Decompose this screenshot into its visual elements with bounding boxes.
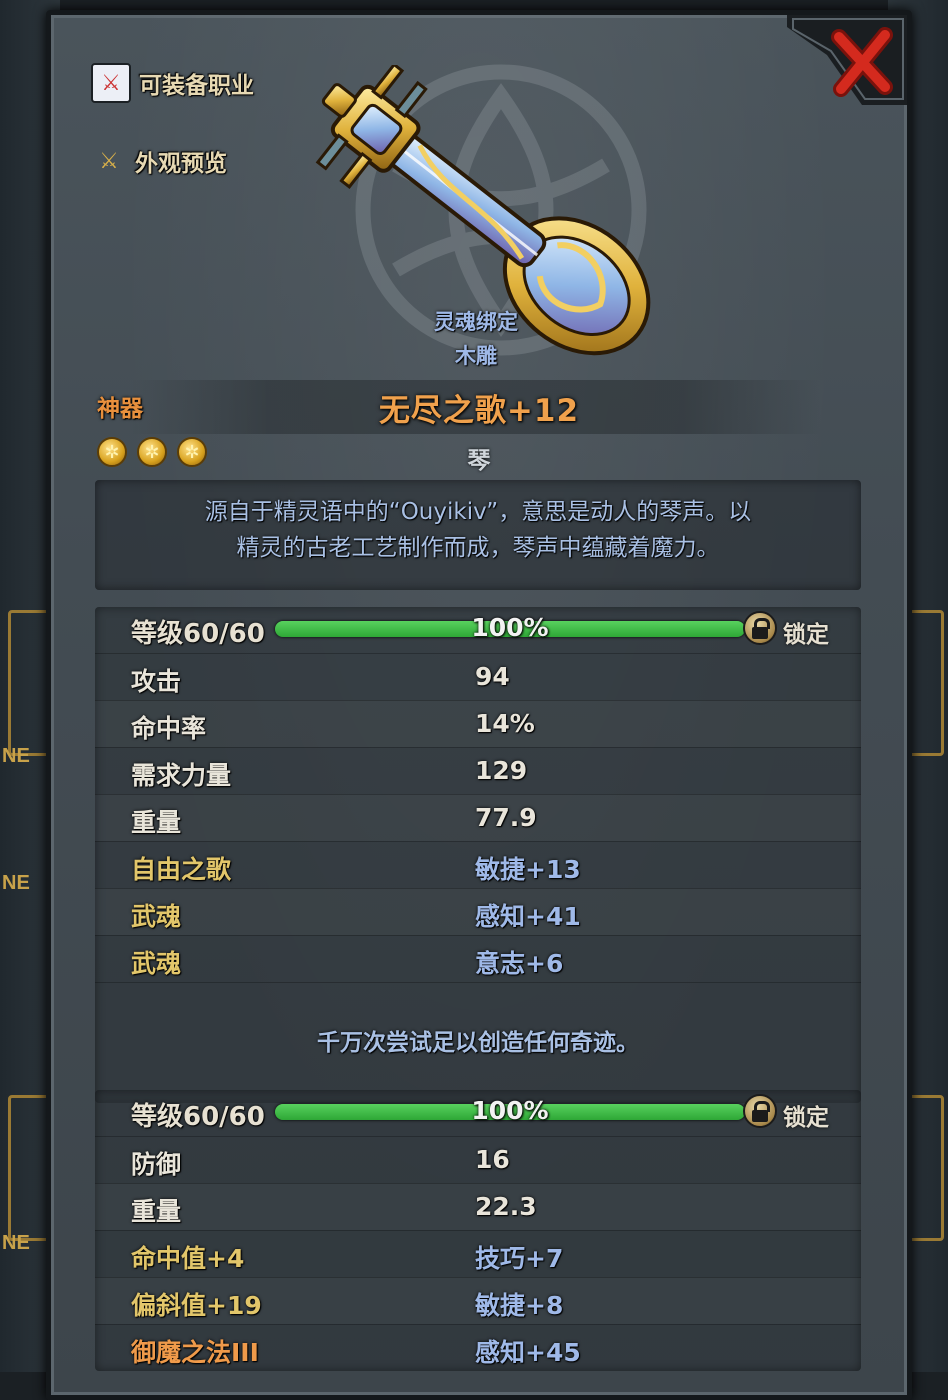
item-description: 源自于精灵语中的“Ouyikiv”，意思是动人的琴声。以 精灵的古老工艺制作而成… [95,480,861,590]
background-tag: NE [2,1232,30,1254]
stat-name: 命中率 [131,714,207,743]
stat-value: 94 [475,662,510,691]
item-binding-info: 灵魂绑定 木雕 [351,305,601,373]
stat-value: 77.9 [475,803,537,832]
stat-value: 意志+6 [475,949,564,978]
weapon-stats-section: 等级60/60 100% 锁定 攻击 94 命中率 14% 需求力量 129 重量 77.9 自… [95,607,861,1103]
stat-name: 命中值+4 [131,1244,245,1273]
weapon-lock-label[interactable]: 锁定 [783,615,829,649]
weapon-stat-row: 自由之歌 敏捷+13 [95,841,861,888]
stat-value: 感知+45 [475,1338,581,1367]
weapon-stat-row: 武魂 意志+6 [95,935,861,982]
secondary-level-progress-text: 100% [471,1096,549,1125]
stat-name: 重量 [131,1197,182,1226]
secondary-stat-row: 偏斜值+19 敏捷+8 [95,1277,861,1324]
description-line-2: 精灵的古老工艺制作而成，琴声中蕴藏着魔力。 [236,535,720,561]
secondary-level-progress-bar: 100% [275,1096,745,1125]
appearance-preview-button[interactable]: ⚔ 外观预览 [91,143,227,179]
crossed-weapons-icon: ⚔ [91,63,131,103]
gold-hexagon-star-icon: ✲ [137,437,167,467]
stat-name: 攻击 [131,667,182,696]
stat-name: 偏斜值+19 [131,1291,262,1320]
secondary-stats-section: 等级60/60 100% 锁定 防御 16 重量 22.3 命中值+4 技巧+7 偏斜值+1… [95,1090,861,1371]
gold-hexagon-star-icon: ✲ [97,437,127,467]
weapon-level-progress-bar: 100% [275,613,745,642]
appearance-preview-label: 外观预览 [135,151,227,177]
item-name: 无尽之歌+12 [378,393,580,429]
secondary-stat-row: 防御 16 [95,1136,861,1183]
stat-name: 需求力量 [131,761,232,790]
background-tag: NE [2,745,30,767]
weapon-stat-row: 需求力量 129 [95,747,861,794]
description-line-1: 源自于精灵语中的“Ouyikiv”，意思是动人的琴声。以 [204,499,752,525]
stat-name: 防御 [131,1150,182,1179]
secondary-lock-padlock-icon[interactable] [743,1094,777,1128]
stat-name: 重量 [131,808,182,837]
stat-value: 技巧+7 [475,1244,564,1273]
item-material: 木雕 [455,344,497,368]
item-star-rating: ✲ ✲ ✲ [97,437,207,467]
secondary-level-label: 等级60/60 [131,1102,265,1132]
secondary-level-row: 等级60/60 100% 锁定 [95,1090,861,1136]
stat-name: 武魂 [131,949,182,978]
weapon-stat-row: 武魂 感知+41 [95,888,861,935]
stat-value: 敏捷+8 [475,1291,564,1320]
secondary-stat-row: 重量 22.3 [95,1183,861,1230]
secondary-stat-row: 御魔之法III 感知+45 [95,1324,861,1371]
bind-status: 灵魂绑定 [434,310,518,334]
equip-class-label: 可装备职业 [139,73,254,99]
secondary-stat-row: 命中值+4 技巧+7 [95,1230,861,1277]
stat-value: 14% [475,709,535,738]
item-detail-panel: ⚔ 可装备职业 ⚔ 外观预览 灵魂绑定 木雕 神器 无尽之歌+12 琴 ✲ ✲ … [46,10,912,1400]
weapon-stat-row: 命中率 14% [95,700,861,747]
close-button[interactable] [787,15,907,105]
gold-hexagon-star-icon: ✲ [177,437,207,467]
stat-name: 武魂 [131,902,182,931]
stat-value: 129 [475,756,528,785]
weapon-flavor-text-row: 千万次尝试足以创造任何奇迹。 [95,982,861,1103]
weapon-level-label: 等级60/60 [131,619,265,649]
equip-class-button[interactable]: ⚔ 可装备职业 [91,63,254,103]
weapon-stat-row: 攻击 94 [95,653,861,700]
weapon-level-progress-text: 100% [471,613,549,642]
secondary-lock-label[interactable]: 锁定 [783,1098,829,1132]
weapon-stat-row: 重量 77.9 [95,794,861,841]
weapon-flavor-text: 千万次尝试足以创造任何奇迹。 [317,1030,639,1056]
stat-name: 御魔之法III [131,1338,259,1367]
crossed-swords-icon: ⚔ [99,148,119,174]
stat-value: 16 [475,1145,510,1174]
stat-name: 自由之歌 [131,855,232,884]
background-tag: NE [2,872,30,894]
stat-value: 敏捷+13 [475,855,581,884]
weapon-lock-padlock-icon[interactable] [743,611,777,645]
stat-value: 22.3 [475,1192,537,1221]
stat-value: 感知+41 [475,902,581,931]
weapon-level-row: 等级60/60 100% 锁定 [95,607,861,653]
